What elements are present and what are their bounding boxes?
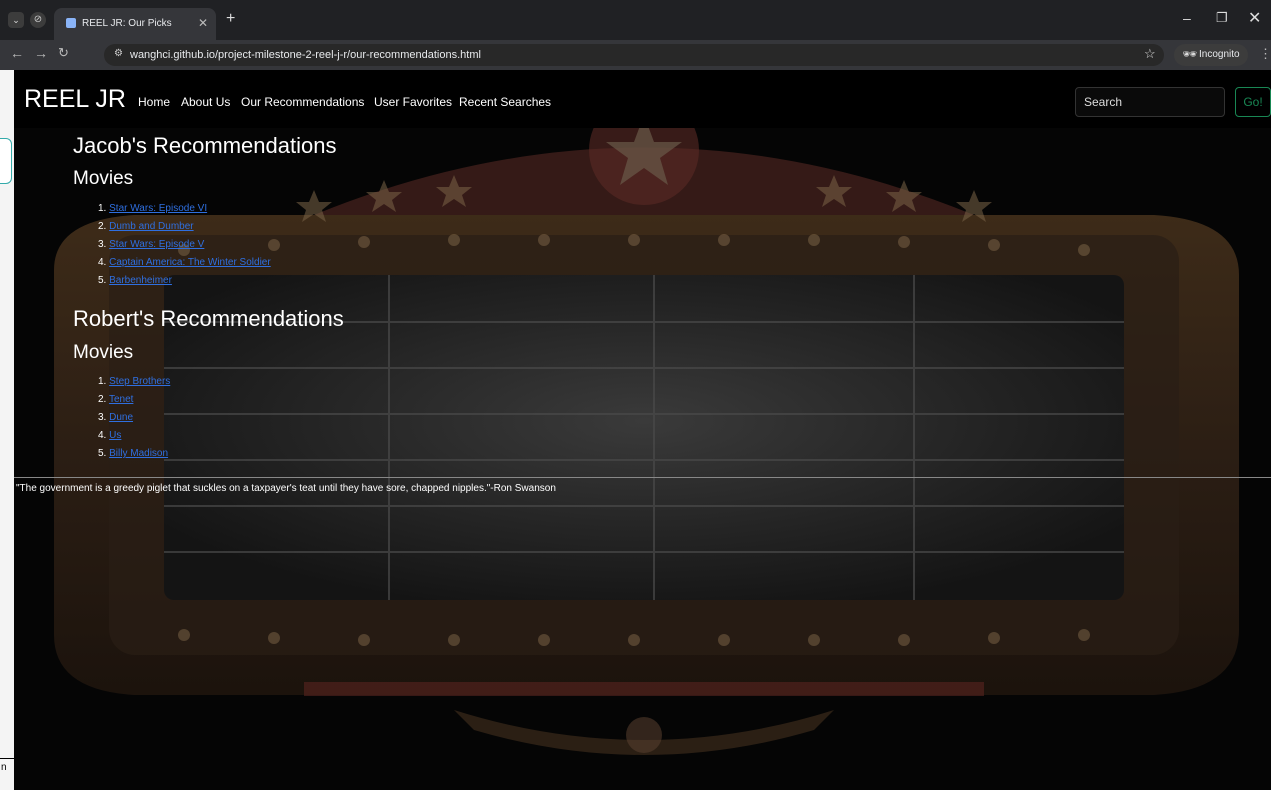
- nav-link-home[interactable]: Home: [138, 95, 170, 109]
- list-item: 2. Tenet: [98, 391, 170, 409]
- site-navbar: REEL JR Home About Us Our Recommendation…: [14, 70, 1271, 128]
- list-item: 4. Captain America: The Winter Soldier: [98, 254, 271, 272]
- url-text: wanghci.github.io/project-milestone-2-re…: [130, 49, 481, 61]
- movie-link[interactable]: Captain America: The Winter Soldier: [109, 257, 271, 268]
- incognito-icon: 🕶: [1182, 47, 1198, 61]
- incognito-label: Incognito: [1199, 49, 1240, 60]
- profile-icon[interactable]: ⊘: [30, 12, 46, 28]
- list-item: 3. Dune: [98, 409, 170, 427]
- item-number: 3.: [98, 239, 107, 250]
- address-bar[interactable]: ⚙ wanghci.github.io/project-milestone-2-…: [104, 44, 1164, 66]
- window-close-icon[interactable]: ✕: [1248, 8, 1261, 28]
- tab-favicon-icon: [66, 18, 76, 28]
- section-title-robert: Robert's Recommendations: [73, 306, 344, 331]
- item-number: 3.: [98, 412, 107, 423]
- item-number: 2.: [98, 221, 107, 232]
- movie-link[interactable]: Step Brothers: [109, 376, 170, 387]
- new-tab-icon[interactable]: +: [226, 10, 235, 28]
- item-number: 2.: [98, 394, 107, 405]
- footer-divider: [14, 477, 1271, 478]
- tab-close-icon[interactable]: ✕: [198, 16, 208, 30]
- movie-link[interactable]: Tenet: [109, 394, 133, 405]
- search-input[interactable]: [1075, 87, 1225, 117]
- browser-menu-icon[interactable]: ⋮: [1259, 46, 1271, 62]
- robert-movie-list: 1. Step Brothers 2. Tenet 3. Dune 4. Us …: [98, 373, 170, 463]
- reload-icon[interactable]: ↻: [58, 45, 69, 61]
- item-number: 1.: [98, 376, 107, 387]
- background-widget: [0, 138, 12, 184]
- movie-link[interactable]: Dune: [109, 412, 133, 423]
- list-item: 2. Dumb and Dumber: [98, 218, 271, 236]
- browser-tab[interactable]: REEL JR: Our Picks ✕: [54, 8, 216, 40]
- item-number: 4.: [98, 430, 107, 441]
- marquee-background-image: [14, 70, 1271, 790]
- background-divider: [0, 758, 14, 759]
- back-icon[interactable]: ←: [10, 45, 24, 61]
- incognito-badge[interactable]: 🕶 Incognito: [1174, 44, 1248, 66]
- restore-icon[interactable]: ❐: [1216, 10, 1228, 26]
- section-subtitle-movies: Movies: [73, 168, 134, 189]
- movie-link[interactable]: Barbenheimer: [109, 275, 172, 286]
- movie-link[interactable]: Billy Madison: [109, 448, 168, 459]
- movie-link[interactable]: Us: [109, 430, 121, 441]
- page-viewport: REEL JR Home About Us Our Recommendation…: [14, 70, 1271, 790]
- nav-link-recent-searches[interactable]: Recent Searches: [459, 95, 551, 109]
- item-number: 5.: [98, 448, 107, 459]
- item-number: 4.: [98, 257, 107, 268]
- item-number: 5.: [98, 275, 107, 286]
- jacob-movie-list: 1. Star Wars: Episode VI 2. Dumb and Dum…: [98, 200, 271, 290]
- browser-tab-strip: ⌄ ⊘ REEL JR: Our Picks ✕ + – ❐ ✕: [0, 0, 1271, 40]
- list-item: 1. Step Brothers: [98, 373, 170, 391]
- list-item: 4. Us: [98, 427, 170, 445]
- forward-icon[interactable]: →: [34, 45, 48, 61]
- movie-link[interactable]: Dumb and Dumber: [109, 221, 193, 232]
- minimize-icon[interactable]: –: [1183, 10, 1191, 26]
- brand-logo[interactable]: REEL JR: [24, 85, 126, 114]
- list-item: 1. Star Wars: Episode VI: [98, 200, 271, 218]
- item-number: 1.: [98, 203, 107, 214]
- browser-toolbar: ← → ↻ ⚙ wanghci.github.io/project-milest…: [0, 40, 1271, 70]
- nav-link-user-favorites[interactable]: User Favorites: [374, 95, 452, 109]
- nav-link-our-recommendations[interactable]: Our Recommendations: [241, 95, 364, 109]
- section-subtitle-movies: Movies: [73, 342, 134, 363]
- tab-search-icon[interactable]: ⌄: [8, 12, 24, 28]
- background-window-edge: n: [0, 70, 14, 790]
- movie-link[interactable]: Star Wars: Episode V: [109, 239, 204, 250]
- go-button[interactable]: Go!: [1235, 87, 1271, 117]
- bookmark-star-icon[interactable]: ☆: [1144, 46, 1156, 62]
- footer-quote: "The government is a greedy piglet that …: [16, 483, 556, 494]
- movie-link[interactable]: Star Wars: Episode VI: [109, 203, 207, 214]
- list-item: 3. Star Wars: Episode V: [98, 236, 271, 254]
- site-info-icon[interactable]: ⚙: [114, 48, 123, 59]
- list-item: 5. Barbenheimer: [98, 272, 271, 290]
- list-item: 5. Billy Madison: [98, 445, 170, 463]
- background-glyph: n: [1, 762, 7, 773]
- tab-title: REEL JR: Our Picks: [82, 18, 172, 29]
- nav-link-about-us[interactable]: About Us: [181, 95, 230, 109]
- section-title-jacob: Jacob's Recommendations: [73, 133, 337, 158]
